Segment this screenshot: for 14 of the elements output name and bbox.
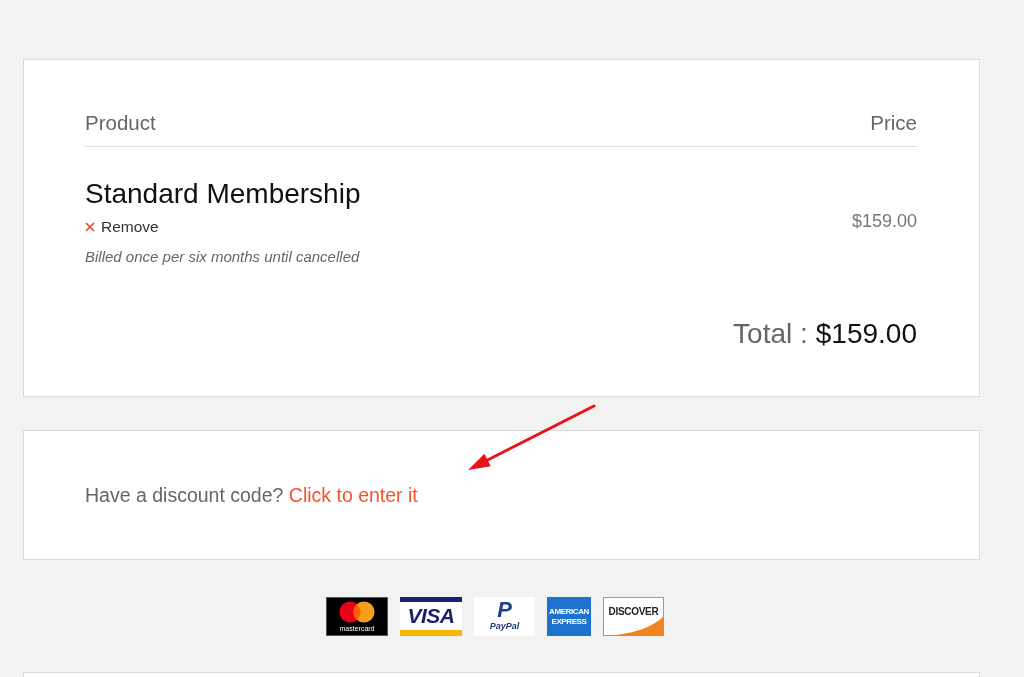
discover-logo: DISCOVER (603, 597, 664, 636)
cross-icon (85, 222, 95, 232)
visa-logo: VISA (400, 597, 462, 636)
column-header: Product (85, 110, 156, 136)
discount-prompt: Have a discount code? Click to enter it (85, 484, 418, 506)
remove-button[interactable]: Remove (85, 217, 159, 237)
column-header: Price (870, 110, 917, 136)
paypal-logo: P PayPal (474, 597, 535, 636)
product-price: $159.00 (851, 209, 917, 232)
amex-logo: AMERICAN EXPRESS (547, 597, 591, 636)
billing-note: Billed once per six months until cancelled (85, 248, 360, 266)
total-label: Total : (733, 317, 808, 351)
total-amount: $159.00 (815, 317, 917, 351)
product-name: Standard Membership (85, 177, 361, 211)
